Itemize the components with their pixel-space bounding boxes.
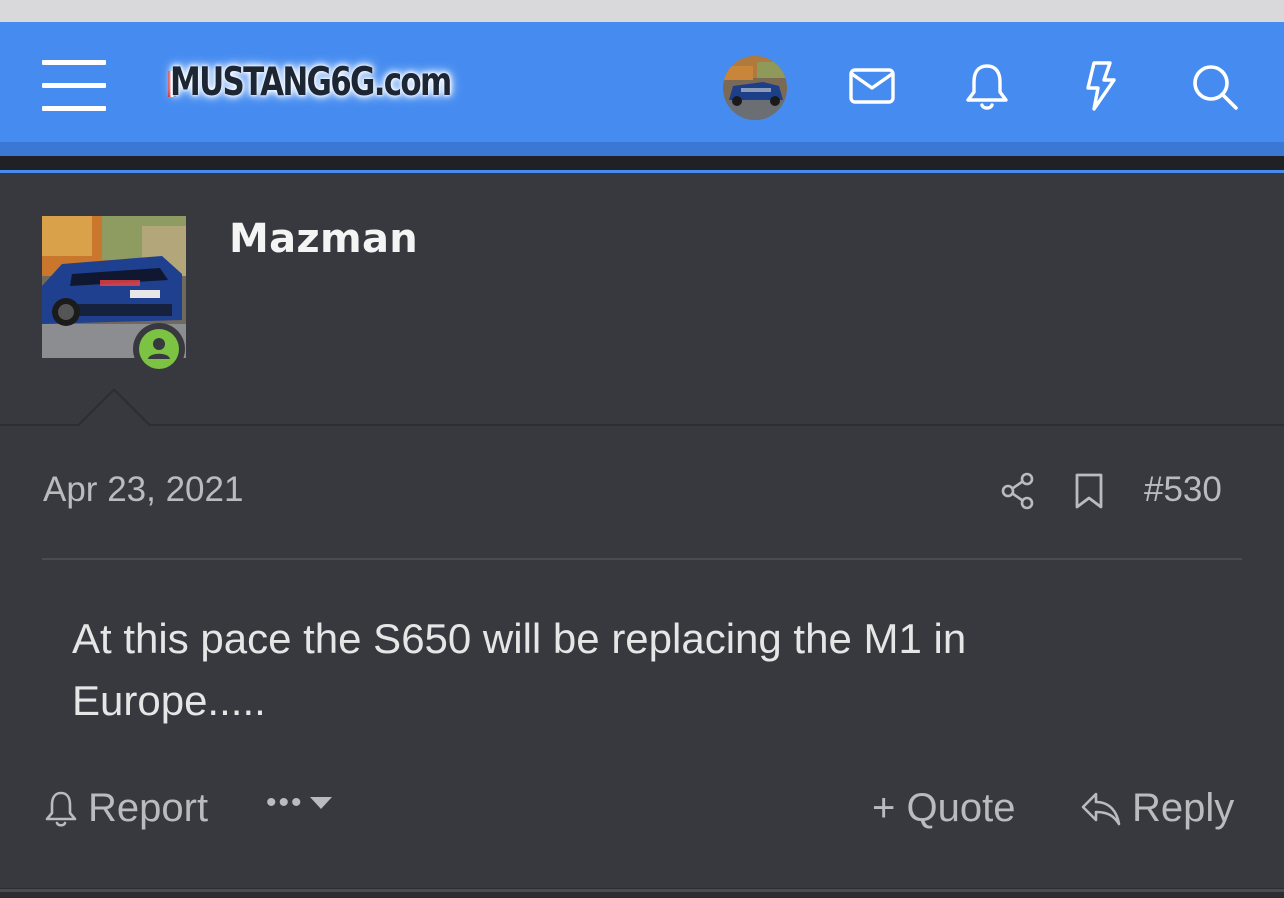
bell-icon[interactable] <box>964 62 1010 112</box>
more-dots: ••• <box>266 786 304 819</box>
quote-label: + Quote <box>872 786 1016 830</box>
lightning-bolt-icon[interactable] <box>1080 60 1120 112</box>
caret-down-icon <box>309 797 332 809</box>
hamburger-icon[interactable] <box>42 60 106 112</box>
search-icon[interactable] <box>1190 62 1240 112</box>
browser-top-strip <box>0 0 1284 22</box>
post-body: At this pace the S650 will be replacing … <box>72 608 1232 732</box>
online-status-badge <box>133 323 185 375</box>
message-arrow <box>78 391 150 427</box>
post-date[interactable]: Apr 23, 2021 <box>43 470 243 510</box>
envelope-icon[interactable] <box>848 66 896 106</box>
share-icon[interactable] <box>1000 472 1036 510</box>
nav-accent-line <box>0 170 1284 173</box>
report-label: Report <box>88 786 209 830</box>
post-number-link[interactable]: #530 <box>1144 470 1222 510</box>
navbar-shadow <box>0 142 1284 156</box>
bookmark-icon[interactable] <box>1074 472 1104 510</box>
reply-label: Reply <box>1132 786 1235 830</box>
post-body-line: At this pace the S650 will be replacing … <box>72 615 967 662</box>
post-author-username[interactable]: Mazman <box>229 216 418 262</box>
quote-button[interactable]: + Quote <box>872 786 1015 831</box>
report-button[interactable]: Report <box>44 786 208 831</box>
more-options-button[interactable]: ••• <box>266 786 334 820</box>
logo-text: MUSTANG6G.com <box>170 60 452 105</box>
post-meta-divider <box>42 558 1242 560</box>
user-online-icon <box>148 338 170 359</box>
site-logo[interactable]: MUSTANG6G.com <box>158 57 452 111</box>
reply-button[interactable]: Reply <box>1080 786 1234 831</box>
reply-arrow-icon <box>1081 792 1121 825</box>
user-avatar-nav[interactable] <box>723 56 787 120</box>
post-footer-line <box>0 889 1284 892</box>
post-author-avatar[interactable] <box>42 216 186 375</box>
post-body-line: Europe..... <box>72 677 266 724</box>
bell-icon <box>45 791 77 827</box>
author-header-divider <box>0 424 1284 426</box>
